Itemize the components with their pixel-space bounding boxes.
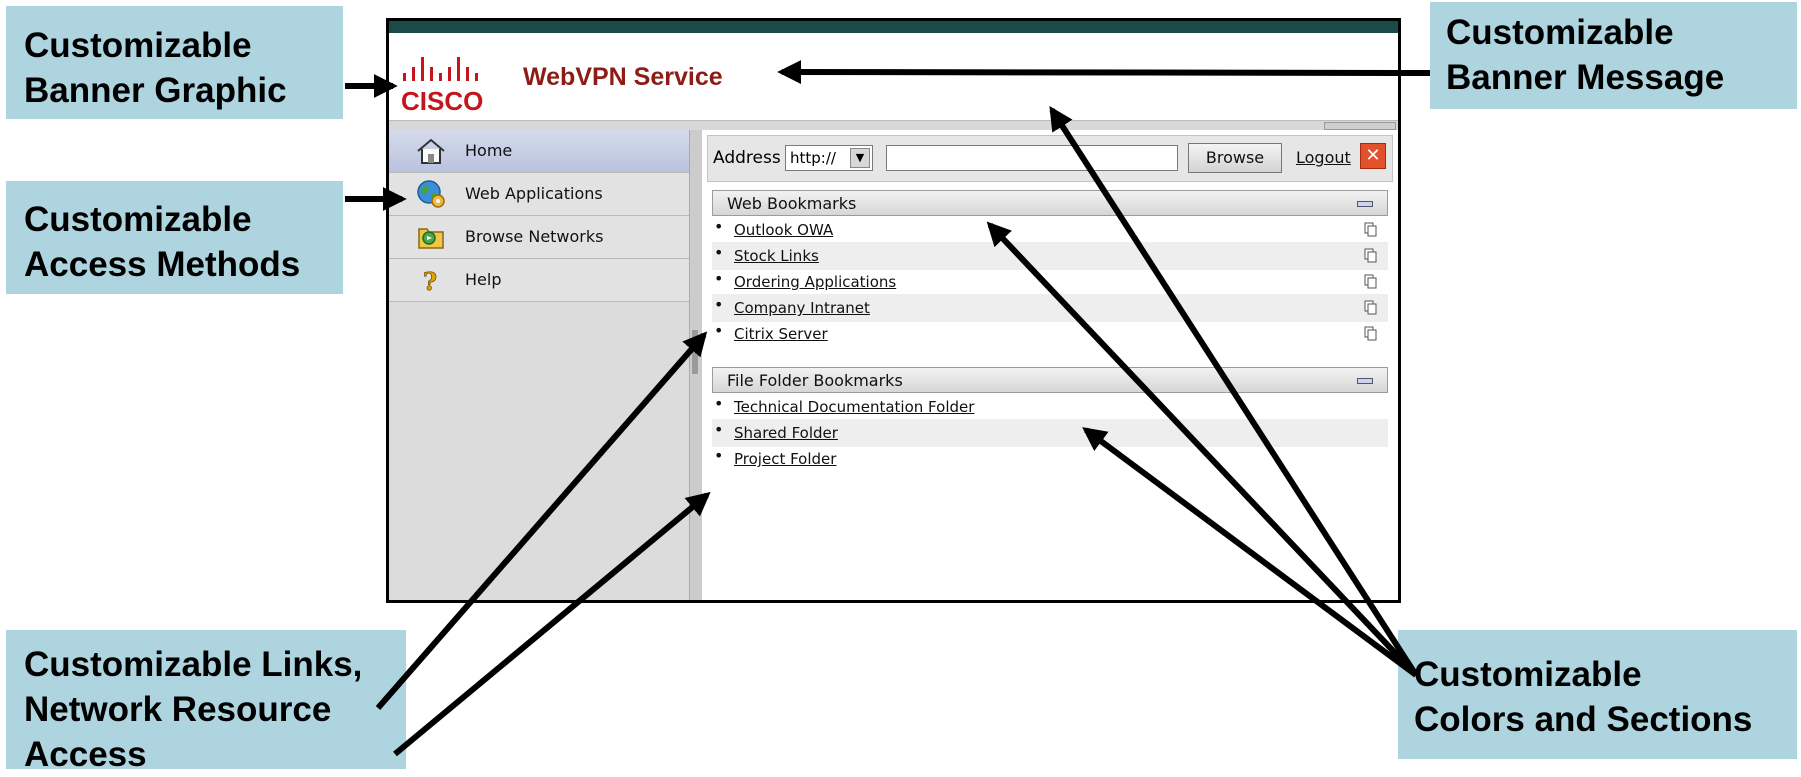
protocol-value: http:// xyxy=(790,149,836,167)
splitter-handle[interactable] xyxy=(692,330,698,374)
list-item: • Project Folder xyxy=(712,445,1388,473)
list-item: • Ordering Applications xyxy=(712,268,1388,296)
callout-line: Access Methods xyxy=(24,245,301,284)
folder-link[interactable]: Project Folder xyxy=(734,450,836,468)
window-top-bar xyxy=(389,21,1398,33)
bookmark-link[interactable]: Company Intranet xyxy=(734,299,870,317)
callout-colors-sections: Customizable Colors and Sections xyxy=(1398,630,1797,759)
sidebar: Home Web Applications Browse Networks ? xyxy=(389,130,690,600)
globe-gear-icon xyxy=(417,180,445,208)
sidebar-item-home[interactable]: Home xyxy=(389,130,689,173)
main-panel: Address http:// ▼ Browse Logout ✕ Web Bo… xyxy=(702,130,1398,600)
bookmark-link[interactable]: Ordering Applications xyxy=(734,273,896,291)
list-item: • Citrix Server xyxy=(712,320,1388,348)
url-input[interactable] xyxy=(886,145,1178,171)
close-icon[interactable]: ✕ xyxy=(1360,143,1386,169)
callout-links: Customizable Links, Network Resource Acc… xyxy=(6,630,406,774)
callout-line: Customizable Links, xyxy=(24,645,363,684)
callout-line: Colors and Sections xyxy=(1414,700,1753,739)
banner-divider xyxy=(389,120,1398,130)
question-icon: ? xyxy=(423,267,438,296)
copy-icon[interactable] xyxy=(1364,274,1378,290)
web-bookmarks-header[interactable]: Web Bookmarks xyxy=(712,190,1388,216)
bullet-icon: • xyxy=(714,321,724,340)
bookmark-link[interactable]: Stock Links xyxy=(734,247,819,265)
folder-link[interactable]: Technical Documentation Folder xyxy=(734,398,974,416)
copy-icon[interactable] xyxy=(1364,248,1378,264)
logout-link[interactable]: Logout xyxy=(1296,148,1351,167)
copy-icon[interactable] xyxy=(1364,222,1378,238)
callout-line: Access xyxy=(24,735,147,774)
file-folder-bookmarks-header[interactable]: File Folder Bookmarks xyxy=(712,367,1388,393)
callout-line: Customizable xyxy=(1446,13,1674,52)
sidebar-item-web-applications[interactable]: Web Applications xyxy=(389,173,689,216)
cisco-logo-text: CISCO xyxy=(401,86,483,115)
home-icon xyxy=(417,138,445,164)
copy-icon[interactable] xyxy=(1364,300,1378,316)
section-title: File Folder Bookmarks xyxy=(727,371,903,390)
sidebar-item-label: Web Applications xyxy=(465,184,603,203)
protocol-select[interactable]: http:// ▼ xyxy=(785,145,873,171)
cisco-logo: CISCO xyxy=(401,57,483,115)
callout-line: Customizable xyxy=(24,200,252,239)
copy-icon[interactable] xyxy=(1364,326,1378,342)
sidebar-item-browse-networks[interactable]: Browse Networks xyxy=(389,216,689,259)
network-folder-icon xyxy=(418,228,444,249)
bullet-icon: • xyxy=(714,269,724,288)
address-bar: Address http:// ▼ Browse Logout ✕ xyxy=(707,135,1393,182)
list-item: • Shared Folder xyxy=(712,419,1388,447)
list-item: • Outlook OWA xyxy=(712,216,1388,244)
webvpn-window: CISCO WebVPN Service Home Web Applicatio… xyxy=(386,18,1401,603)
bullet-icon: • xyxy=(714,243,724,262)
banner-title: WebVPN Service xyxy=(523,63,723,91)
collapse-icon[interactable] xyxy=(1357,378,1373,384)
callout-line: Customizable xyxy=(1414,655,1642,694)
callout-line: Banner Graphic xyxy=(24,71,287,110)
browse-button[interactable]: Browse xyxy=(1188,143,1282,173)
bookmark-link[interactable]: Outlook OWA xyxy=(734,221,833,239)
bookmark-link[interactable]: Citrix Server xyxy=(734,325,828,343)
banner: CISCO WebVPN Service xyxy=(389,33,1398,120)
callout-line: Network Resource xyxy=(24,690,332,729)
address-label: Address xyxy=(713,148,781,168)
bullet-icon: • xyxy=(714,217,724,236)
bullet-icon: • xyxy=(714,420,724,439)
bullet-icon: • xyxy=(714,446,724,465)
callout-banner-message: Customizable Banner Message xyxy=(1430,2,1797,109)
sidebar-item-label: Home xyxy=(465,141,513,160)
sidebar-item-label: Browse Networks xyxy=(465,227,604,246)
chevron-down-icon[interactable]: ▼ xyxy=(850,148,870,168)
sidebar-splitter[interactable] xyxy=(689,130,703,600)
bullet-icon: • xyxy=(714,295,724,314)
sidebar-item-label: Help xyxy=(465,270,502,289)
list-item: • Stock Links xyxy=(712,242,1388,270)
list-item: • Company Intranet xyxy=(712,294,1388,322)
callout-banner-graphic: Customizable Banner Graphic xyxy=(6,6,343,119)
callout-line: Banner Message xyxy=(1446,58,1725,97)
sidebar-item-help[interactable]: ? Help xyxy=(389,259,689,302)
callout-access-methods: Customizable Access Methods xyxy=(6,181,343,294)
list-item: • Technical Documentation Folder xyxy=(712,393,1388,421)
svg-text:?: ? xyxy=(423,267,437,296)
collapse-icon[interactable] xyxy=(1357,201,1373,207)
section-title: Web Bookmarks xyxy=(727,194,857,213)
bullet-icon: • xyxy=(714,394,724,413)
collapse-banner-button[interactable] xyxy=(1324,122,1396,130)
callout-line: Customizable xyxy=(24,26,252,65)
folder-link[interactable]: Shared Folder xyxy=(734,424,838,442)
